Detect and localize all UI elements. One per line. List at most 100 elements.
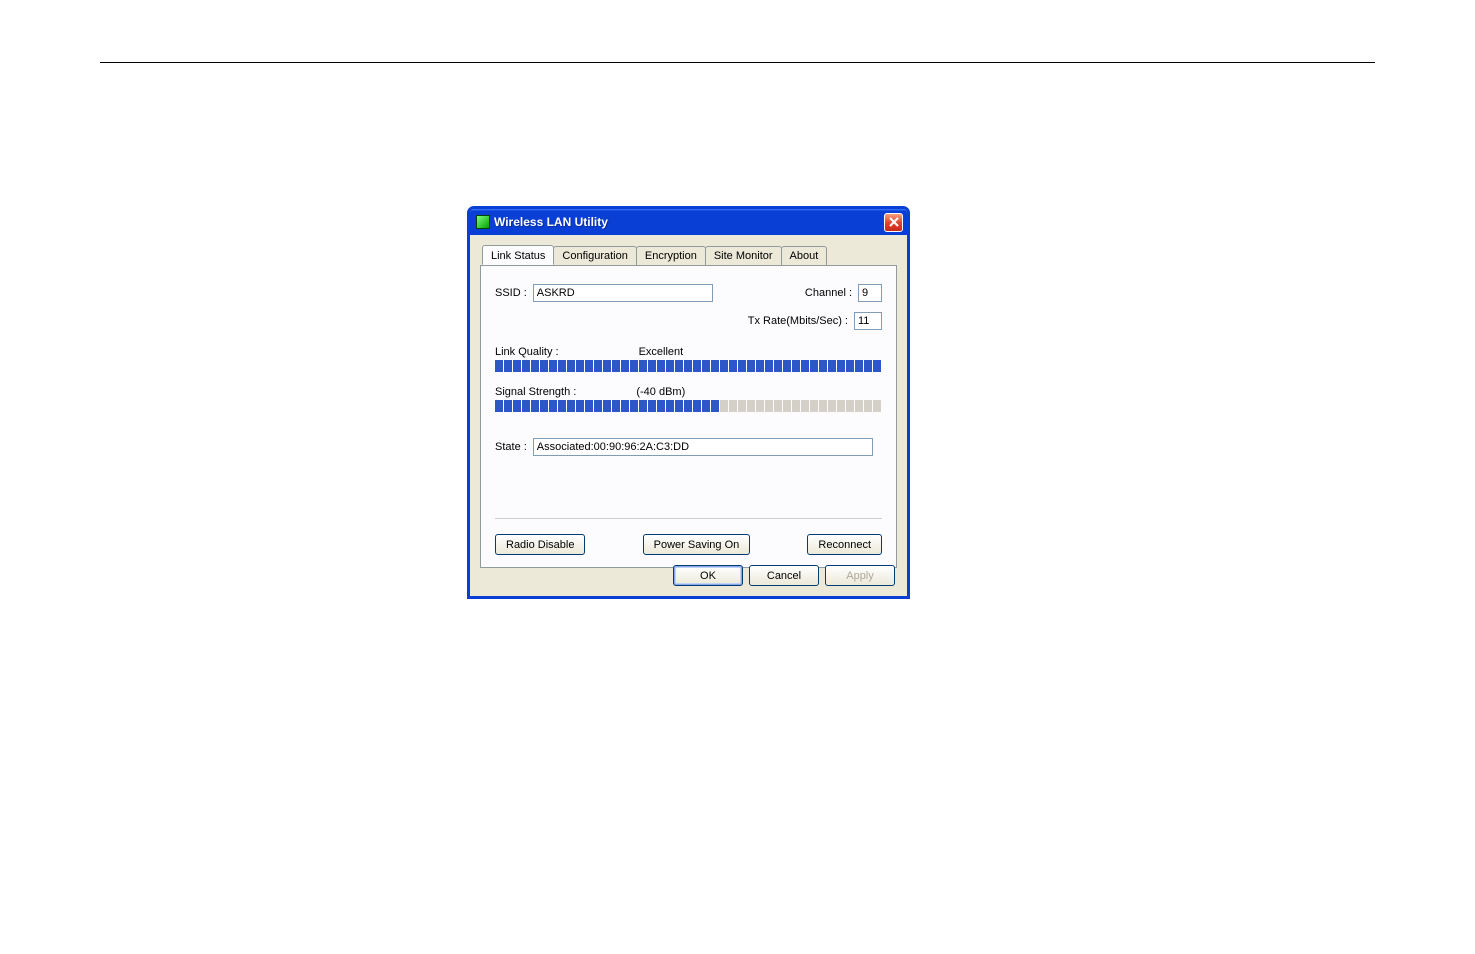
bar-segment xyxy=(765,360,773,372)
bar-segment xyxy=(873,360,881,372)
signal-strength-bar xyxy=(495,400,882,412)
bar-segment xyxy=(522,400,530,412)
reconnect-button[interactable]: Reconnect xyxy=(807,534,882,555)
bar-segment xyxy=(702,360,710,372)
bar-segment xyxy=(792,400,800,412)
bar-segment xyxy=(594,360,602,372)
close-button[interactable] xyxy=(884,213,903,232)
tab-configuration[interactable]: Configuration xyxy=(553,246,636,266)
bar-segment xyxy=(684,400,692,412)
bar-segment xyxy=(513,360,521,372)
bar-segment xyxy=(810,400,818,412)
bar-segment xyxy=(774,360,782,372)
bar-segment xyxy=(783,400,791,412)
bar-segment xyxy=(693,360,701,372)
bar-segment xyxy=(693,400,701,412)
bar-segment xyxy=(639,400,647,412)
radio-disable-button[interactable]: Radio Disable xyxy=(495,534,585,555)
bar-segment xyxy=(738,360,746,372)
bar-segment xyxy=(675,360,683,372)
bar-segment xyxy=(855,400,863,412)
bar-segment xyxy=(549,360,557,372)
bar-segment xyxy=(837,360,845,372)
bar-segment xyxy=(648,400,656,412)
channel-input[interactable] xyxy=(858,284,882,302)
bar-segment xyxy=(792,360,800,372)
tab-encryption[interactable]: Encryption xyxy=(636,246,706,266)
signal-strength-label: Signal Strength : xyxy=(495,386,576,398)
bar-segment xyxy=(576,360,584,372)
bar-segment xyxy=(567,360,575,372)
tab-site-monitor[interactable]: Site Monitor xyxy=(705,246,782,266)
bar-segment xyxy=(846,360,854,372)
bar-segment xyxy=(621,400,629,412)
state-input[interactable] xyxy=(533,438,873,456)
txrate-input[interactable] xyxy=(854,312,882,330)
bar-segment xyxy=(675,400,683,412)
bar-segment xyxy=(540,400,548,412)
bar-segment xyxy=(666,400,674,412)
power-saving-button[interactable]: Power Saving On xyxy=(643,534,751,555)
bar-segment xyxy=(639,360,647,372)
bar-segment xyxy=(819,360,827,372)
bar-segment xyxy=(504,400,512,412)
bar-segment xyxy=(495,360,503,372)
bar-segment xyxy=(765,400,773,412)
bar-segment xyxy=(747,360,755,372)
bar-segment xyxy=(522,360,530,372)
bar-segment xyxy=(630,360,638,372)
bar-segment xyxy=(747,400,755,412)
ssid-input[interactable] xyxy=(533,284,713,302)
apply-button[interactable]: Apply xyxy=(825,565,895,586)
tabstrip: Link Status Configuration Encryption Sit… xyxy=(482,245,897,265)
bar-segment xyxy=(630,400,638,412)
bar-segment xyxy=(720,400,728,412)
bar-segment xyxy=(828,360,836,372)
wireless-lan-utility-window: Wireless LAN Utility Link Status Configu… xyxy=(467,206,910,599)
bar-segment xyxy=(531,360,539,372)
bar-segment xyxy=(558,360,566,372)
bar-segment xyxy=(738,400,746,412)
bar-segment xyxy=(819,400,827,412)
bar-segment xyxy=(558,400,566,412)
titlebar-left: Wireless LAN Utility xyxy=(476,215,608,229)
bar-segment xyxy=(585,360,593,372)
titlebar[interactable]: Wireless LAN Utility xyxy=(470,209,907,235)
bar-segment xyxy=(648,360,656,372)
tab-about[interactable]: About xyxy=(781,246,828,266)
bar-segment xyxy=(549,400,557,412)
dialog-button-row: OK Cancel Apply xyxy=(673,565,895,586)
bar-segment xyxy=(828,400,836,412)
action-button-row: Radio Disable Power Saving On Reconnect xyxy=(495,534,882,555)
ssid-group: SSID : xyxy=(495,284,713,302)
link-quality-value: Excellent xyxy=(639,346,684,358)
bar-segment xyxy=(567,400,575,412)
bar-segment xyxy=(783,360,791,372)
signal-strength-value: (-40 dBm) xyxy=(636,386,685,398)
txrate-label: Tx Rate(Mbits/Sec) : xyxy=(748,315,848,327)
link-quality-row: Link Quality : Excellent xyxy=(495,346,882,358)
page-divider xyxy=(100,62,1375,63)
ssid-label: SSID : xyxy=(495,287,527,299)
link-quality-label: Link Quality : xyxy=(495,346,559,358)
bar-segment xyxy=(576,400,584,412)
cancel-button[interactable]: Cancel xyxy=(749,565,819,586)
bar-segment xyxy=(801,400,809,412)
bar-segment xyxy=(756,400,764,412)
bar-segment xyxy=(729,400,737,412)
tab-link-status[interactable]: Link Status xyxy=(482,245,554,265)
ok-button[interactable]: OK xyxy=(673,565,743,586)
bar-segment xyxy=(711,400,719,412)
bar-segment xyxy=(612,360,620,372)
bar-segment xyxy=(495,400,503,412)
bar-segment xyxy=(720,360,728,372)
bar-segment xyxy=(810,360,818,372)
app-icon xyxy=(476,215,490,229)
bar-segment xyxy=(774,400,782,412)
bar-segment xyxy=(684,360,692,372)
channel-label: Channel : xyxy=(805,287,852,299)
bar-segment xyxy=(864,360,872,372)
bar-segment xyxy=(621,360,629,372)
bar-segment xyxy=(729,360,737,372)
close-icon xyxy=(889,217,899,227)
